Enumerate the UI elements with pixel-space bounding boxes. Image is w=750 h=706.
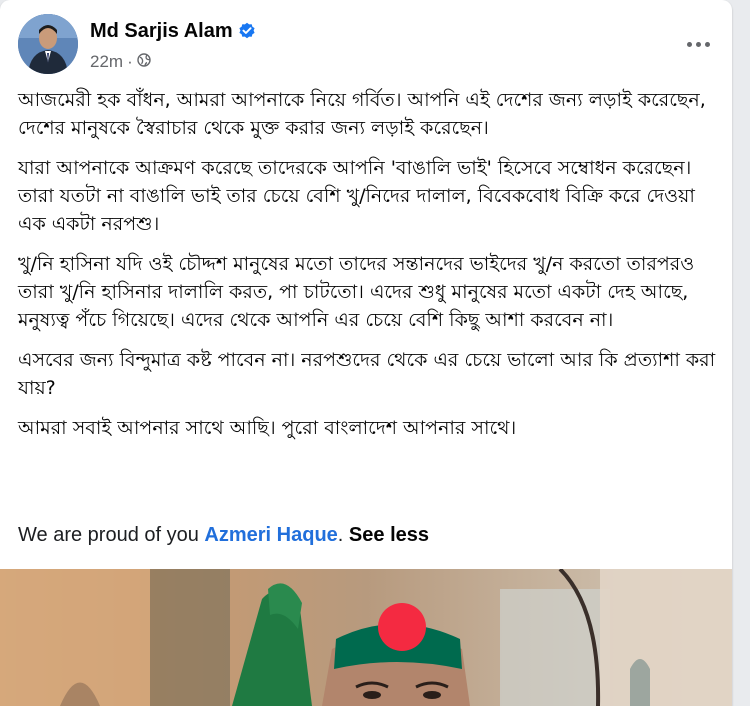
post-text: আজমেরী হক বাঁধন, আমরা আপনাকে নিয়ে গর্বি… — [18, 86, 718, 454]
english-caption: We are proud of you Azmeri Haque. See le… — [18, 524, 429, 547]
post-timestamp[interactable]: 22m — [90, 52, 123, 72]
post-paragraph: যারা আপনাকে আক্রমণ করেছে তাদেরকে আপনি 'ব… — [18, 157, 695, 235]
globe-icon[interactable] — [137, 52, 151, 72]
post-photo[interactable] — [0, 569, 732, 706]
post-paragraph: আজমেরী হক বাঁধন, আমরা আপনাকে নিয়ে গর্বি… — [18, 89, 706, 139]
post-paragraph: খু/নি হাসিনা যদি ওই চৌদ্দশ মানুষের মতো ত… — [18, 253, 695, 331]
more-dot — [695, 41, 701, 47]
avatar-image — [18, 14, 78, 74]
more-options-icon[interactable] — [678, 30, 718, 58]
verified-badge-icon — [238, 22, 256, 46]
author-name[interactable]: Md Sarjis Alam — [90, 20, 233, 42]
see-less-button[interactable]: See less — [349, 524, 429, 546]
more-dot — [686, 41, 692, 47]
caption-period: . — [337, 524, 344, 546]
post-card: Md Sarjis Alam 22m · আজমেরী হক বাঁধন, আম… — [0, 0, 732, 706]
post-paragraph: এসবের জন্য বিন্দুমাত্র কষ্ট পাবেন না। নর… — [18, 349, 716, 399]
author-name-row: Md Sarjis Alam — [90, 20, 256, 46]
more-dot — [704, 41, 710, 47]
mention-link[interactable]: Azmeri Haque — [204, 524, 337, 546]
author-avatar[interactable] — [18, 14, 78, 74]
caption-text: We are proud of you — [18, 524, 199, 546]
meta-separator: · — [127, 52, 133, 71]
post-meta: 22m · — [90, 52, 151, 72]
post-paragraph: আমরা সবাই আপনার সাথে আছি। পুরো বাংলাদেশ … — [18, 417, 517, 439]
photo-image — [0, 569, 732, 706]
